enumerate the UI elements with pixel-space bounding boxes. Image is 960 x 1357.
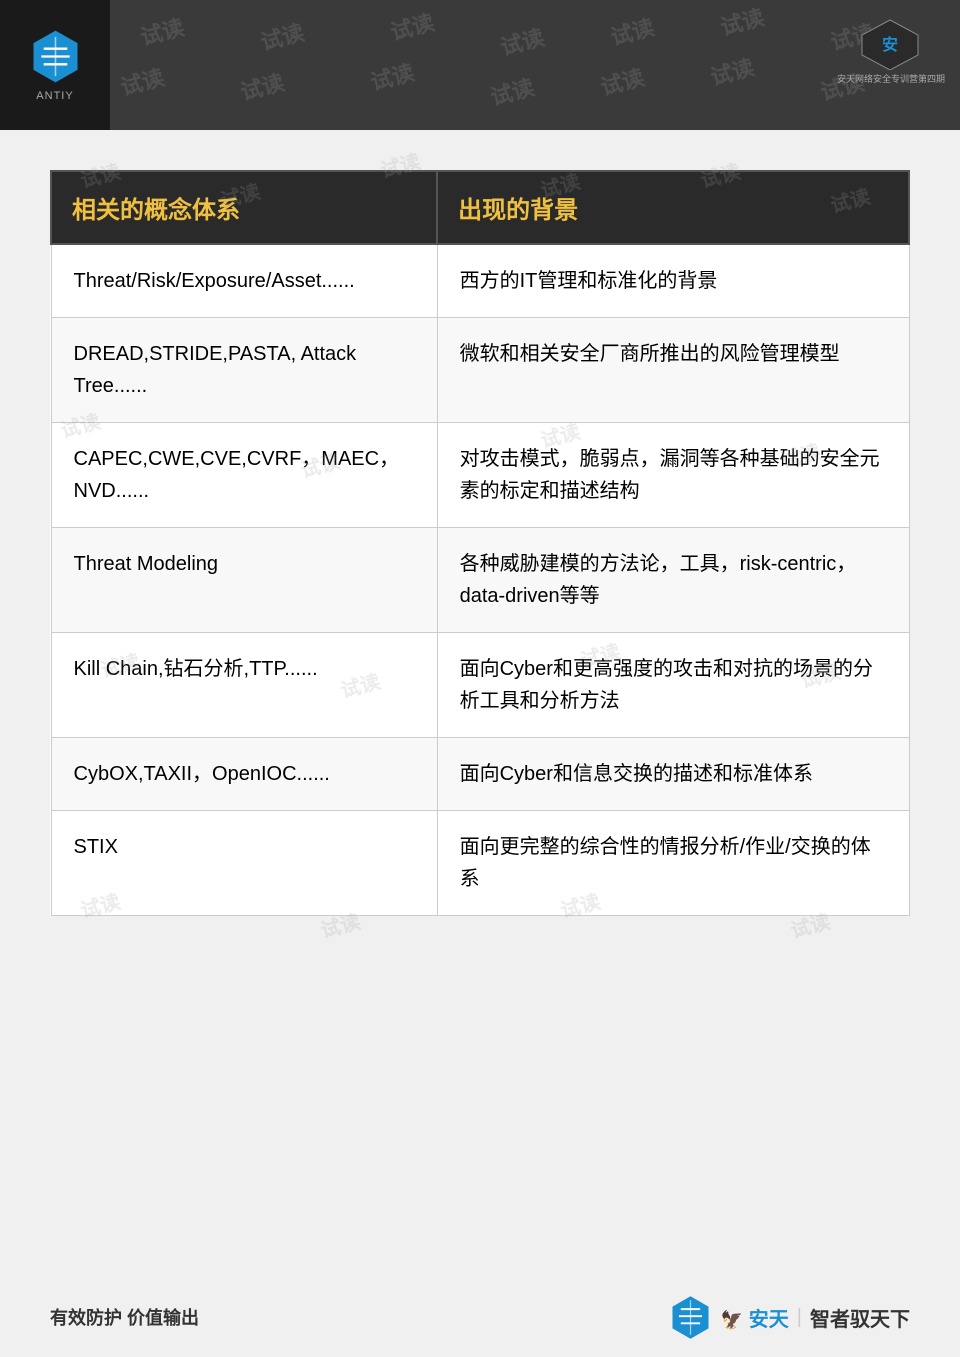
- svg-text:安: 安: [882, 35, 898, 54]
- logo-text: ANTIY: [36, 90, 73, 102]
- header: ANTIY 试读 试读 试读 试读 试读 试读 试读 试读 试读 试读 试读 试…: [0, 0, 960, 130]
- table-cell-col1: Threat Modeling: [51, 528, 437, 633]
- watermark: 试读: [137, 10, 188, 52]
- table-cell-col2: 微软和相关安全厂商所推出的风险管理模型: [437, 318, 909, 423]
- table-cell-col2: 面向Cyber和更高强度的攻击和对抗的场景的分析工具和分析方法: [437, 633, 909, 738]
- watermark: 试读: [597, 60, 648, 102]
- table-row: DREAD,STRIDE,PASTA, Attack Tree......微软和…: [51, 318, 909, 423]
- watermark: 试读: [237, 65, 288, 107]
- concepts-table: 相关的概念体系 出现的背景 Threat/Risk/Exposure/Asset…: [50, 170, 910, 916]
- footer-brand-subtitle: 智者驭天下: [810, 1303, 910, 1332]
- right-brand-icon: 安: [853, 15, 928, 70]
- table-cell-col1: DREAD,STRIDE,PASTA, Attack Tree......: [51, 318, 437, 423]
- table-cell-col2: 面向更完整的综合性的情报分析/作业/交换的体系: [437, 811, 909, 916]
- table-row: Threat/Risk/Exposure/Asset......西方的IT管理和…: [51, 244, 909, 318]
- table-cell-col1: Threat/Risk/Exposure/Asset......: [51, 244, 437, 318]
- main-content: 试读 试读 试读 试读 试读 试读 试读 试读 试读 试读 试读 试读 试读 试…: [0, 130, 960, 946]
- watermark: 试读: [607, 10, 658, 52]
- footer: 有效防护 价值输出 🦅 安天 | 智者驭天下: [0, 1277, 960, 1357]
- table-cell-col2: 对攻击模式，脆弱点，漏洞等各种基础的安全元素的标定和描述结构: [437, 423, 909, 528]
- watermark: 试读: [367, 55, 418, 97]
- table-cell-col1: STIX: [51, 811, 437, 916]
- watermark: 试读: [487, 70, 538, 112]
- watermark: 试读: [117, 60, 168, 102]
- watermark: 试读: [497, 20, 548, 62]
- watermark: 试读: [257, 15, 308, 57]
- right-header-logo: 安 安天网络安全专训营第四期: [837, 15, 945, 85]
- header-watermark-area: 试读 试读 试读 试读 试读 试读 试读 试读 试读 试读 试读 试读 试读 试…: [110, 0, 960, 130]
- table-header-col1: 相关的概念体系: [51, 171, 437, 244]
- footer-brand-name: 🦅 安天: [721, 1303, 789, 1332]
- table-row: STIX面向更完整的综合性的情报分析/作业/交换的体系: [51, 811, 909, 916]
- table-row: CAPEC,CWE,CVE,CVRF，MAEC，NVD......对攻击模式，脆…: [51, 423, 909, 528]
- footer-antiy-logo-icon: [668, 1295, 713, 1340]
- table-cell-col1: CybOX,TAXII，OpenIOC......: [51, 738, 437, 811]
- footer-brand: 🦅 安天 | 智者驭天下: [668, 1295, 910, 1340]
- table-row: Threat Modeling各种威胁建模的方法论，工具，risk-centri…: [51, 528, 909, 633]
- table-cell-col2: 各种威胁建模的方法论，工具，risk-centric，data-driven等等: [437, 528, 909, 633]
- footer-slogan: 有效防护 价值输出: [50, 1304, 199, 1330]
- table-cell-col1: CAPEC,CWE,CVE,CVRF，MAEC，NVD......: [51, 423, 437, 528]
- table-cell-col2: 面向Cyber和信息交换的描述和标准体系: [437, 738, 909, 811]
- footer-divider: |: [797, 1306, 802, 1329]
- table-row: CybOX,TAXII，OpenIOC......面向Cyber和信息交换的描述…: [51, 738, 909, 811]
- table-header-col2: 出现的背景: [437, 171, 909, 244]
- table-row: Kill Chain,钻石分析,TTP......面向Cyber和更高强度的攻击…: [51, 633, 909, 738]
- right-logo-subtitle: 安天网络安全专训营第四期: [837, 72, 945, 85]
- table-cell-col2: 西方的IT管理和标准化的背景: [437, 244, 909, 318]
- watermark: 试读: [717, 0, 768, 42]
- watermark: 试读: [387, 5, 438, 47]
- watermark: 试读: [707, 50, 758, 92]
- table-cell-col1: Kill Chain,钻石分析,TTP......: [51, 633, 437, 738]
- antiy-logo-icon: [28, 29, 83, 84]
- logo-container: ANTIY: [0, 0, 110, 130]
